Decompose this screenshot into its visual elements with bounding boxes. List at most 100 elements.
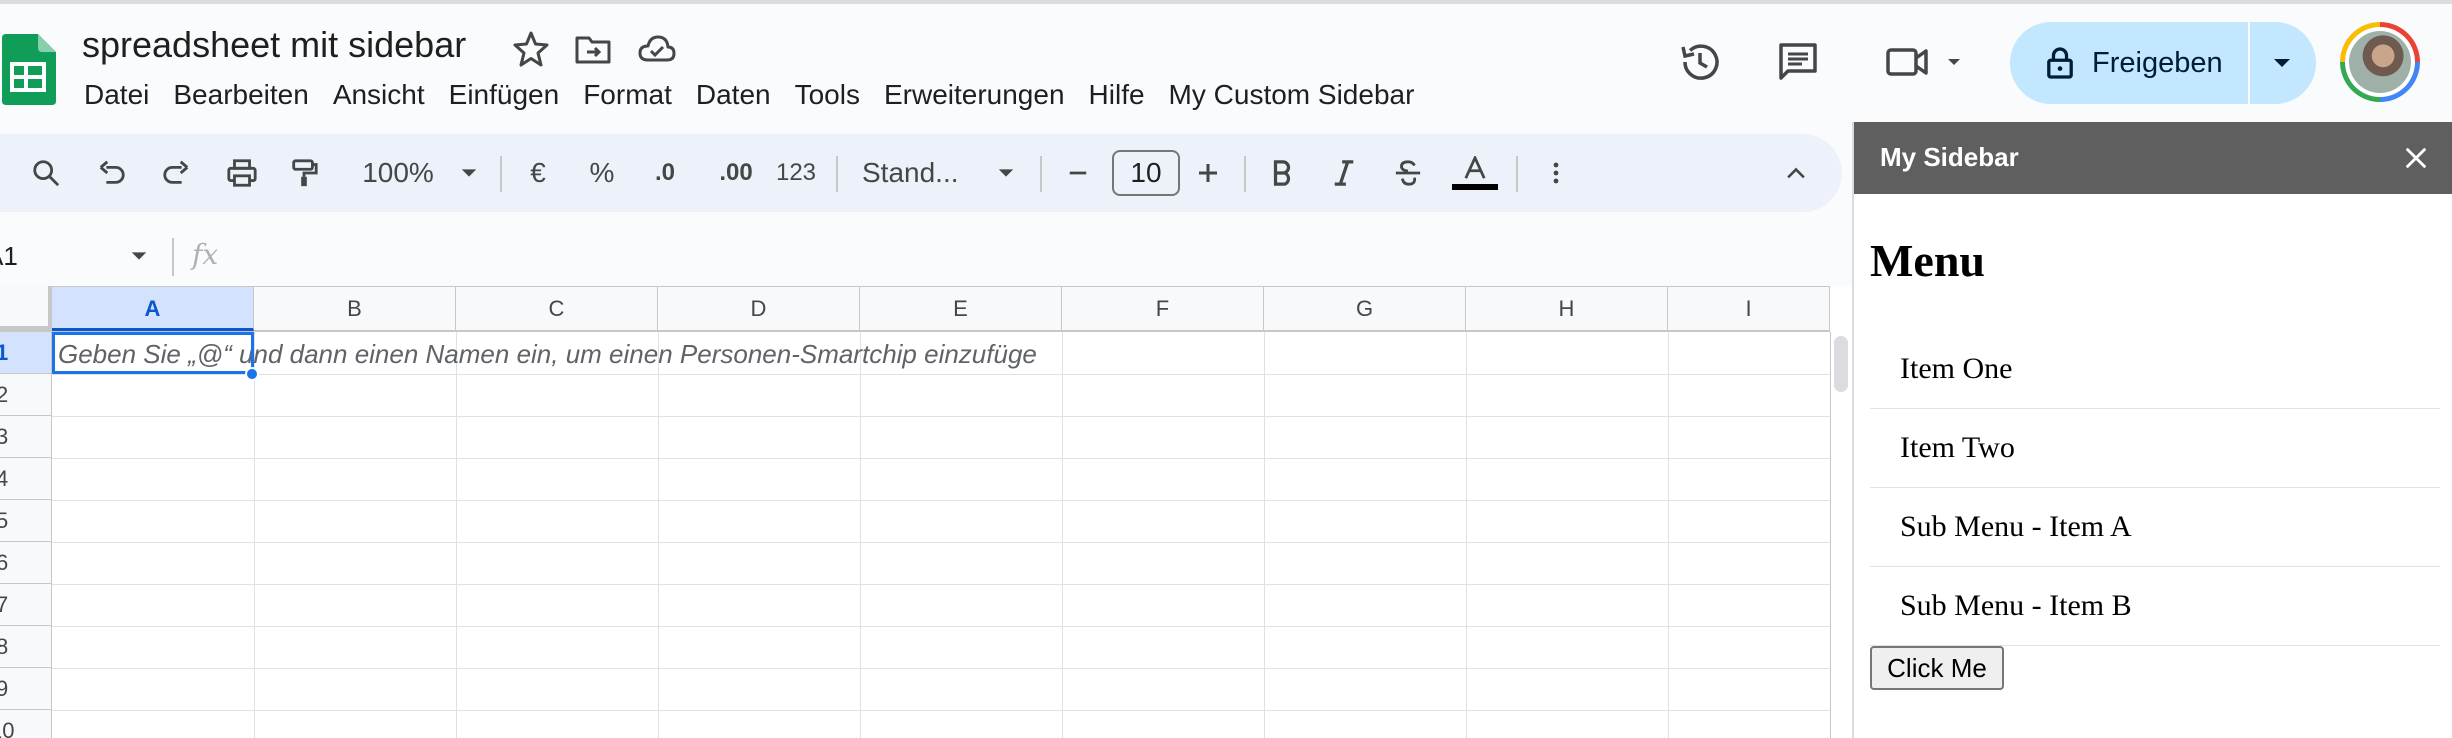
toolbar-divider [500, 156, 502, 192]
grid-line [1466, 332, 1467, 738]
row-header-3[interactable]: 3 [0, 416, 52, 458]
row-header-10[interactable]: 10 [0, 710, 52, 738]
formula-input[interactable] [230, 234, 1830, 276]
menu-hilfe[interactable]: Hilfe [1077, 74, 1157, 116]
fx-icon: fx [192, 238, 219, 271]
name-box[interactable]: A1 [0, 236, 160, 276]
collapse-menus-icon[interactable] [1774, 134, 1818, 212]
zoom-select[interactable]: 100% [350, 134, 490, 212]
column-header-h[interactable]: H [1466, 287, 1668, 331]
formula-divider [172, 238, 174, 276]
grid-line [456, 332, 457, 738]
row-header-5[interactable]: 5 [0, 500, 52, 542]
column-header-g[interactable]: G [1264, 287, 1466, 331]
search-icon[interactable] [24, 134, 68, 212]
comments-icon[interactable] [1770, 34, 1826, 90]
vertical-scrollbar[interactable] [1834, 336, 1848, 392]
strikethrough-icon[interactable] [1386, 134, 1430, 212]
grid-line [860, 332, 861, 738]
row-header-4[interactable]: 4 [0, 458, 52, 500]
fill-handle[interactable] [245, 367, 259, 381]
sheets-logo-icon[interactable] [0, 34, 56, 105]
close-icon[interactable] [2394, 136, 2438, 180]
menu-daten[interactable]: Daten [684, 74, 783, 116]
column-header-d[interactable]: D [658, 287, 860, 331]
selected-cell-a1[interactable] [52, 332, 254, 374]
menu-bearbeiten[interactable]: Bearbeiten [161, 74, 320, 116]
column-header-e[interactable]: E [860, 287, 1062, 331]
decrease-decimal-button[interactable]: .0 [640, 134, 690, 212]
spreadsheet-grid: A B C D E F G H I 1 2 3 4 5 6 7 8 9 10 G… [0, 286, 1854, 738]
meet-video-icon[interactable] [1882, 34, 1972, 90]
share-button[interactable]: Freigeben [2010, 22, 2316, 104]
grid-line [658, 332, 659, 738]
column-header-c[interactable]: C [456, 287, 658, 331]
italic-icon[interactable] [1322, 134, 1366, 212]
sidebar-menu-list: Item One Item Two Sub Menu - Item A Sub … [1870, 330, 2440, 646]
select-all-corner[interactable] [0, 286, 52, 330]
row-header-2[interactable]: 2 [0, 374, 52, 416]
toolbar-divider [1040, 156, 1042, 192]
toolbar-divider [1244, 156, 1246, 192]
avatar[interactable] [2340, 22, 2420, 102]
currency-format-button[interactable]: € [516, 134, 560, 212]
print-icon[interactable] [218, 134, 266, 212]
star-icon[interactable] [510, 28, 552, 70]
caret-down-icon [998, 169, 1013, 177]
undo-icon[interactable] [90, 134, 134, 212]
sidebar-item-one[interactable]: Item One [1870, 330, 2440, 409]
menu-format[interactable]: Format [571, 74, 684, 116]
menu-tools[interactable]: Tools [783, 74, 872, 116]
row-header-1[interactable]: 1 [0, 332, 52, 374]
column-header-a[interactable]: A [52, 287, 254, 331]
sidebar-submenu-item-b[interactable]: Sub Menu - Item B [1870, 567, 2440, 646]
menu-datei[interactable]: Datei [72, 74, 161, 116]
column-header-i[interactable]: I [1668, 287, 1830, 331]
column-header-b[interactable]: B [254, 287, 456, 331]
more-options-icon[interactable] [1534, 134, 1578, 212]
grid-line [52, 374, 1830, 375]
toolbar-divider [1516, 156, 1518, 192]
bold-icon[interactable] [1260, 134, 1304, 212]
name-box-value: A1 [0, 241, 18, 271]
share-main-button[interactable]: Freigeben [2010, 22, 2250, 104]
column-header-f[interactable]: F [1062, 287, 1264, 331]
document-title[interactable]: spreadsheet mit sidebar [82, 24, 466, 66]
text-color-button[interactable] [1450, 134, 1500, 212]
paint-format-icon[interactable] [282, 134, 326, 212]
share-label: Freigeben [2092, 46, 2223, 79]
sidebar-submenu-item-a[interactable]: Sub Menu - Item A [1870, 488, 2440, 567]
percent-format-button[interactable]: % [580, 134, 624, 212]
row-header-7[interactable]: 7 [0, 584, 52, 626]
menu-ansicht[interactable]: Ansicht [321, 74, 437, 116]
cloud-saved-icon[interactable] [636, 28, 678, 70]
row-header-6[interactable]: 6 [0, 542, 52, 584]
row-header-8[interactable]: 8 [0, 626, 52, 668]
grid-line [52, 710, 1830, 711]
grid-line [1062, 332, 1063, 738]
increase-font-size-icon[interactable] [1190, 134, 1226, 212]
font-select[interactable]: Stand... [862, 134, 1022, 212]
menu-bar: Datei Bearbeiten Ansicht Einfügen Format… [72, 74, 1426, 116]
decrease-font-size-icon[interactable] [1060, 134, 1096, 212]
grid-line [1668, 332, 1669, 738]
column-header-row: A B C D E F G H I [0, 286, 1830, 332]
caret-down-icon [461, 169, 477, 177]
font-size-input[interactable] [1112, 150, 1180, 196]
menu-my-custom-sidebar[interactable]: My Custom Sidebar [1157, 74, 1427, 116]
version-history-icon[interactable] [1672, 34, 1728, 90]
increase-decimal-button[interactable]: .00 [704, 134, 768, 212]
sidebar-item-two[interactable]: Item Two [1870, 409, 2440, 488]
window-top-border [0, 0, 2452, 4]
menu-einfuegen[interactable]: Einfügen [437, 74, 572, 116]
font-value: Stand... [862, 157, 959, 188]
grid-line [52, 542, 1830, 543]
click-me-button[interactable]: Click Me [1870, 646, 2004, 690]
share-dropdown-button[interactable] [2250, 22, 2314, 104]
lock-icon [2047, 47, 2073, 79]
more-formats-button[interactable]: 123 [772, 134, 820, 212]
redo-icon[interactable] [154, 134, 198, 212]
menu-erweiterungen[interactable]: Erweiterungen [872, 74, 1077, 116]
row-header-9[interactable]: 9 [0, 668, 52, 710]
move-folder-icon[interactable] [572, 28, 614, 70]
